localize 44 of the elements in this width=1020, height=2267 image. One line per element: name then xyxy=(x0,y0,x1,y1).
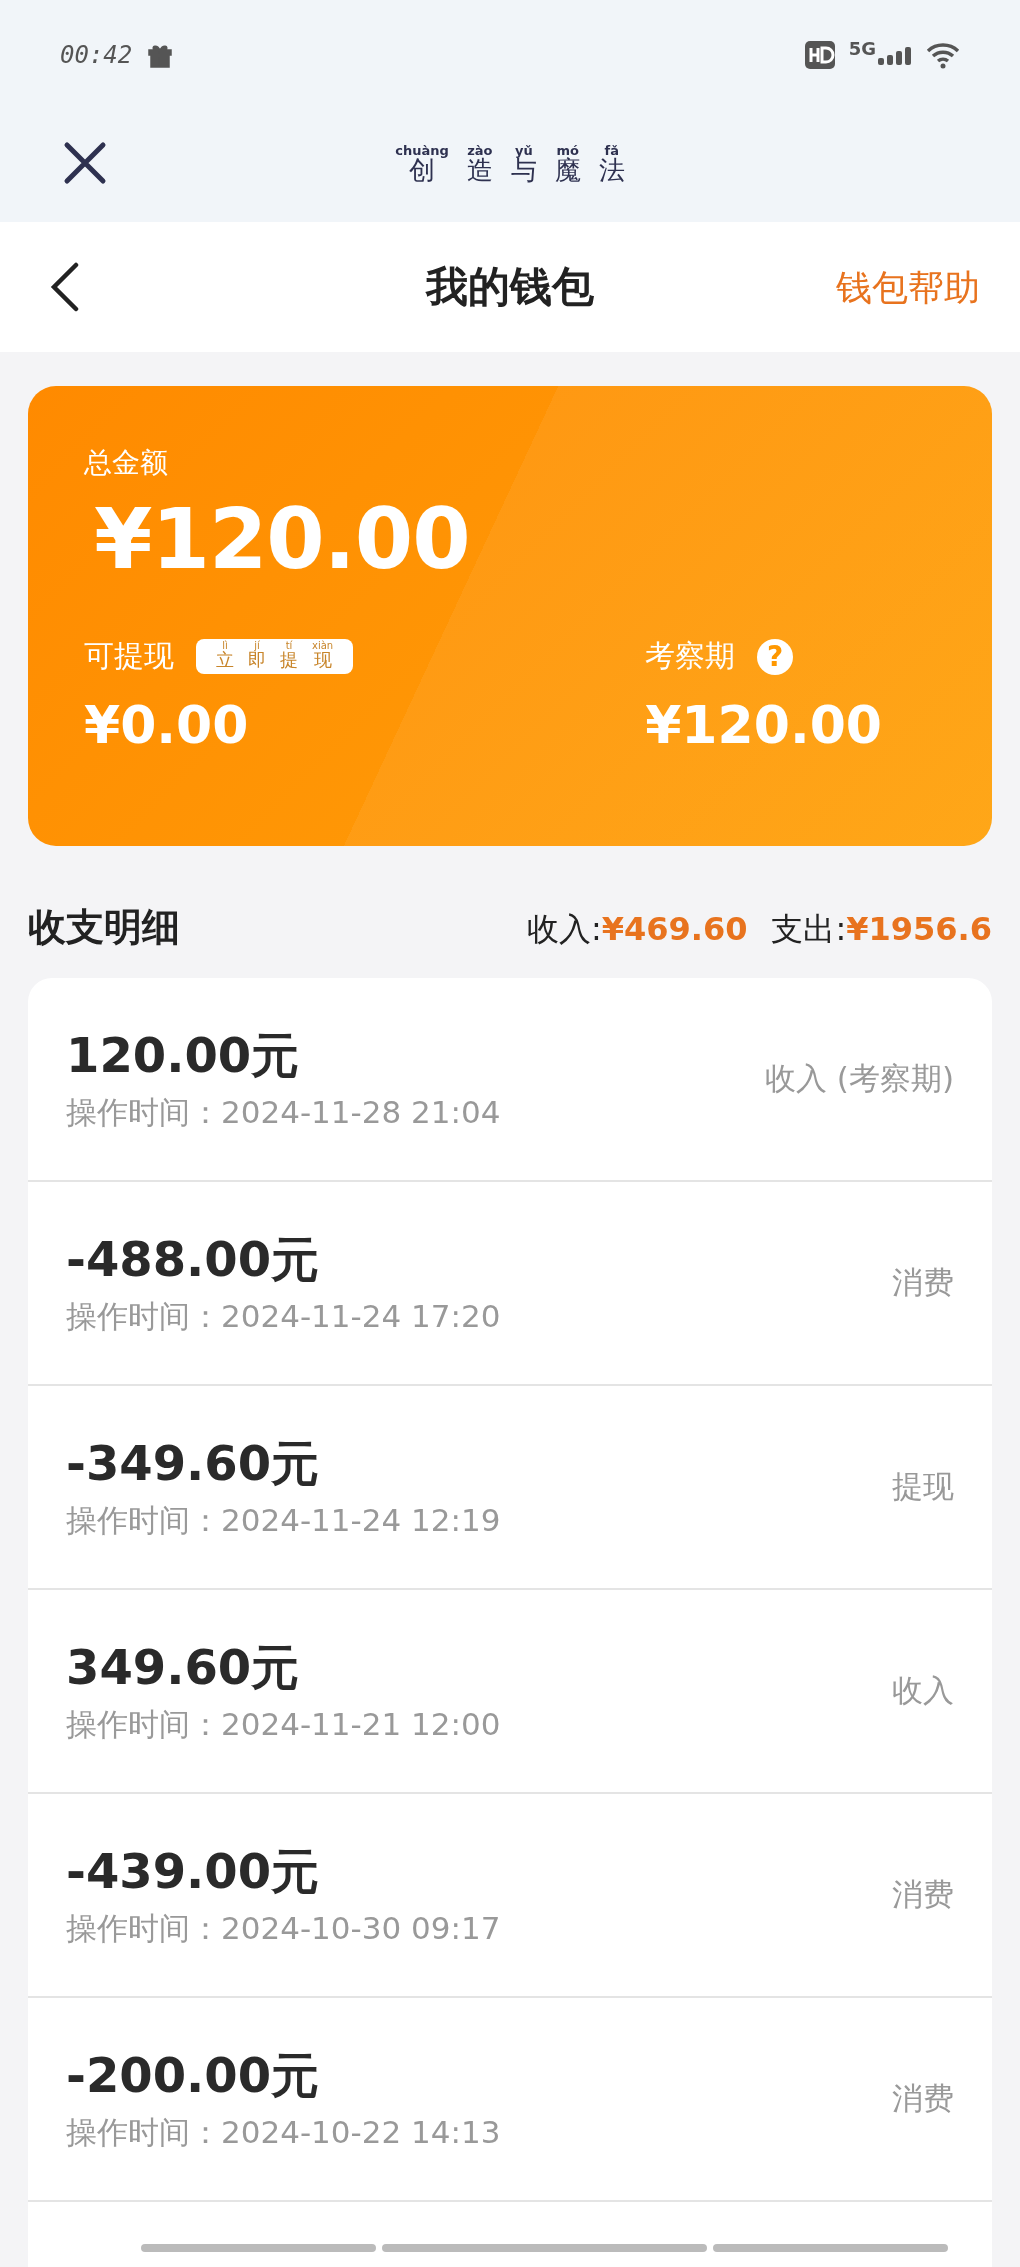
record-time: 操作时间：2024-11-21 12:00 xyxy=(66,1705,501,1744)
record-amount: 349.60元 xyxy=(66,1638,301,1697)
record-time: 操作时间：2024-10-22 14:13 xyxy=(66,2113,501,2152)
record-amount: -488.00元 xyxy=(66,1230,321,1289)
app-title: 创 chuàng 造 zào 与 yǔ 魔 mó 法 fǎ xyxy=(395,144,625,187)
record-type: 收入 xyxy=(892,1671,954,1710)
record-type: 提现 xyxy=(892,1467,954,1506)
record-amount: 120.00元 xyxy=(66,1026,301,1085)
signal-icon xyxy=(878,45,912,65)
record-row[interactable]: -488.00元 操作时间：2024-11-24 17:20 消费 xyxy=(28,1182,992,1386)
record-row[interactable]: -439.00元 操作时间：2024-10-30 09:17 消费 xyxy=(28,1794,992,1998)
network-label: 5G xyxy=(848,37,876,59)
record-time: 操作时间：2024-11-24 12:19 xyxy=(66,1501,501,1540)
record-time: 操作时间：2024-11-28 21:04 xyxy=(66,1093,501,1132)
expense-total: ¥1956.6 xyxy=(846,910,992,948)
total-label: 总金额 xyxy=(84,445,169,481)
status-time: 00:42 xyxy=(60,41,133,69)
probation-label: 考察期 xyxy=(645,637,736,675)
record-row[interactable]: 120.00元 操作时间：2024-11-28 21:04 收入 (考察期) xyxy=(28,978,992,1182)
record-row[interactable]: -349.60元 操作时间：2024-11-24 12:19 提现 xyxy=(28,1386,992,1590)
expense-label: 支出: xyxy=(771,909,847,950)
withdrawable-label: 可提现 xyxy=(84,637,174,675)
record-type: 消费 xyxy=(892,1875,954,1914)
record-row[interactable]: -200.00元 操作时间：2024-10-22 14:13 消费 xyxy=(28,1998,992,2202)
section-title: 收支明细 xyxy=(28,904,180,951)
withdrawable-amount: ¥0.00 xyxy=(84,695,250,755)
page-title: 我的钱包 xyxy=(426,261,594,313)
record-type: 收入 (考察期) xyxy=(764,1059,954,1098)
income-total: ¥469.60 xyxy=(601,910,748,948)
income-label: 收入: xyxy=(526,909,602,950)
record-row[interactable]: 349.60元 操作时间：2024-11-21 12:00 收入 xyxy=(28,1590,992,1794)
probation-amount: ¥120.00 xyxy=(645,695,882,755)
record-amount: -349.60元 xyxy=(66,1434,321,1493)
record-time: 操作时间：2024-10-30 09:17 xyxy=(66,1909,501,1948)
record-type: 消费 xyxy=(892,1263,954,1302)
record-amount: -439.00元 xyxy=(66,1842,321,1901)
back-icon[interactable] xyxy=(50,262,80,312)
wifi-icon xyxy=(926,41,960,69)
record-time: 操作时间：2024-11-24 17:20 xyxy=(66,1297,501,1336)
hd-icon xyxy=(804,41,835,69)
record-amount: -200.00元 xyxy=(66,2046,321,2105)
total-amount: ¥120.00 xyxy=(94,490,471,588)
record-type: 消费 xyxy=(892,2079,954,2118)
close-icon[interactable] xyxy=(62,140,108,186)
